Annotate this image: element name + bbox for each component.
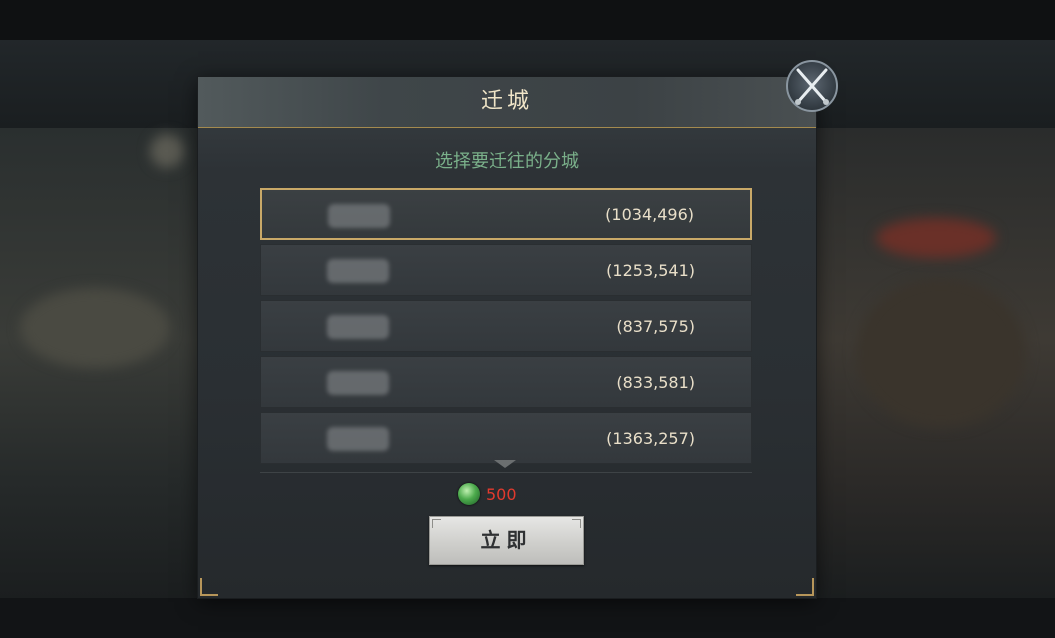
jade-currency-icon bbox=[458, 483, 480, 505]
city-coordinates: (1034,496) bbox=[605, 204, 694, 224]
city-coordinates: (1253,541) bbox=[606, 260, 695, 280]
city-name-redacted bbox=[327, 315, 389, 339]
city-name-redacted bbox=[328, 204, 390, 228]
button-corner-ornament bbox=[432, 519, 441, 528]
confirm-relocate-button[interactable]: 立即 bbox=[429, 516, 584, 565]
city-coordinates: (837,575) bbox=[616, 316, 695, 336]
city-coordinates: (1363,257) bbox=[606, 428, 695, 448]
branch-city-row[interactable]: (833,581) bbox=[260, 356, 752, 408]
scroll-down-arrow-icon[interactable] bbox=[494, 460, 516, 468]
branch-city-row[interactable]: (837,575) bbox=[260, 300, 752, 352]
crossed-swords-close-icon bbox=[795, 68, 829, 105]
list-divider bbox=[260, 472, 752, 473]
dialog-corner-ornament bbox=[200, 578, 218, 596]
city-name-redacted bbox=[327, 259, 389, 283]
background-left-panel bbox=[0, 128, 198, 598]
cost-value: 500 bbox=[486, 484, 517, 504]
button-corner-ornament bbox=[572, 519, 581, 528]
background-bottom-bar bbox=[0, 598, 1055, 638]
relocate-city-dialog: 迁城 选择要迁往的分城 (1034,496) (1253,541) (837,5… bbox=[198, 77, 816, 598]
city-name-redacted bbox=[327, 371, 389, 395]
dialog-header: 迁城 bbox=[198, 77, 816, 128]
background-right-panel bbox=[816, 128, 1055, 598]
background-top-bar bbox=[0, 0, 1055, 40]
branch-city-row[interactable]: (1034,496) bbox=[260, 188, 752, 240]
dialog-subtitle: 选择要迁往的分城 bbox=[435, 151, 579, 172]
branch-city-row[interactable]: (1363,257) bbox=[260, 412, 752, 464]
branch-city-row[interactable]: (1253,541) bbox=[260, 244, 752, 296]
city-name-redacted bbox=[327, 427, 389, 451]
relocation-cost: 500 bbox=[458, 482, 517, 506]
city-coordinates: (833,581) bbox=[616, 372, 695, 392]
dialog-title: 迁城 bbox=[480, 89, 533, 114]
confirm-button-label: 立即 bbox=[480, 528, 533, 552]
close-button[interactable] bbox=[786, 60, 838, 112]
branch-city-list[interactable]: (1034,496) (1253,541) (837,575) (833,581… bbox=[260, 188, 752, 464]
dialog-corner-ornament bbox=[796, 578, 814, 596]
